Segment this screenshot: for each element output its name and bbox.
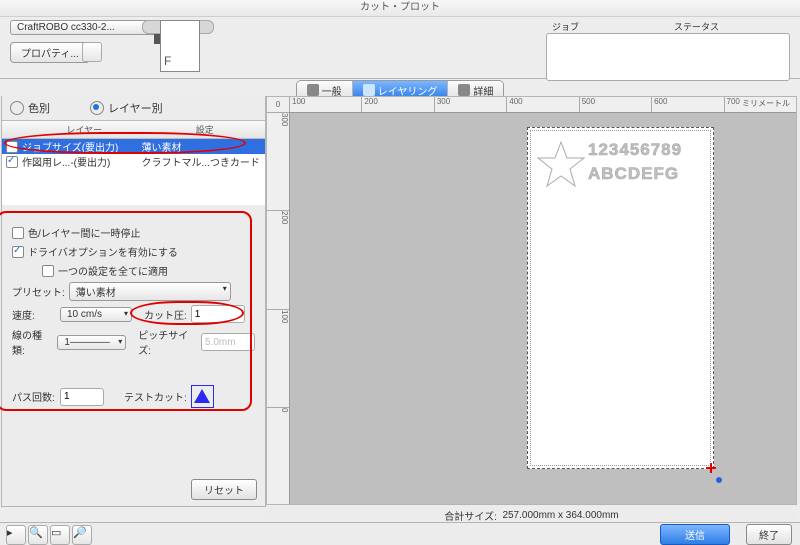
properties-button[interactable]: プロパティ... <box>10 42 90 63</box>
layer-row-1-check[interactable] <box>6 156 18 168</box>
highlight-cutpress <box>130 301 244 325</box>
check-driver[interactable] <box>12 246 24 258</box>
ruler-corner: 0 <box>267 97 290 113</box>
done-button[interactable]: 終了 <box>746 524 792 545</box>
handle-dot-icon[interactable] <box>716 477 722 483</box>
job-list[interactable] <box>546 33 790 81</box>
origin-marker-icon <box>706 463 716 473</box>
testcut-button[interactable] <box>191 385 214 408</box>
job-panel: ジョブステータス <box>546 20 790 81</box>
radio-by-color[interactable] <box>10 101 24 115</box>
general-icon <box>307 84 319 96</box>
ruler-horizontal: 100200300400500600700 <box>289 97 796 113</box>
preset-select[interactable]: 薄い素材 <box>69 282 231 301</box>
send-button[interactable]: 送信 <box>660 524 730 545</box>
fit-icon[interactable]: ▭ <box>50 525 70 545</box>
window-titlebar: カット・プロット <box>0 0 800 17</box>
totalsize-label: 合計サイズ: <box>444 508 496 523</box>
linetype-select[interactable]: 1———— <box>57 335 126 350</box>
label-by-layer: レイヤー別 <box>108 100 163 116</box>
label-by-color: 色別 <box>28 100 50 116</box>
totalsize-value: 257.000mm x 364.000mm <box>502 510 618 521</box>
thumbnail-icon[interactable] <box>82 42 102 62</box>
pointer-icon[interactable]: ▸ <box>6 525 26 545</box>
layering-icon <box>363 84 375 96</box>
layer-row-1[interactable]: 作図用レ...-(要出力) クラフトマル...つきカード <box>2 154 265 169</box>
left-panel: 色別 レイヤー別 レイヤー 設定 ジョブサイズ(要出力) 薄い素材 作図用レ..… <box>1 96 266 507</box>
highlight-row <box>4 132 246 154</box>
reset-button[interactable]: リセット <box>191 479 257 500</box>
device-select[interactable]: CraftROBO cc330-2... <box>10 20 157 35</box>
paper-inner-border <box>530 130 711 466</box>
check-applyall[interactable] <box>42 265 54 277</box>
page-preview-icon: F <box>160 20 200 72</box>
radio-by-layer[interactable] <box>90 101 104 115</box>
canvas[interactable]: 0 100200300400500600700 ミリメートル 010020030… <box>266 96 797 506</box>
zoom-icon[interactable]: 🔍 <box>28 525 48 545</box>
ruler-vertical: 0100200300 <box>267 112 290 505</box>
ruler-units: ミリメートル <box>740 98 792 109</box>
check-pause[interactable] <box>12 227 24 239</box>
actionbar: ▸ 🔍 ▭ 🔎 送信 終了 <box>0 522 800 545</box>
job-col-job: ジョブ <box>546 20 668 33</box>
zoom-all-icon[interactable]: 🔎 <box>72 525 92 545</box>
job-col-status: ステータス <box>668 20 790 33</box>
toolbar: CraftROBO cc330-2... プロパティ... F ジョブステータス <box>0 16 800 79</box>
speed-select[interactable]: 10 cm/s <box>60 307 132 322</box>
advanced-icon <box>458 84 470 96</box>
